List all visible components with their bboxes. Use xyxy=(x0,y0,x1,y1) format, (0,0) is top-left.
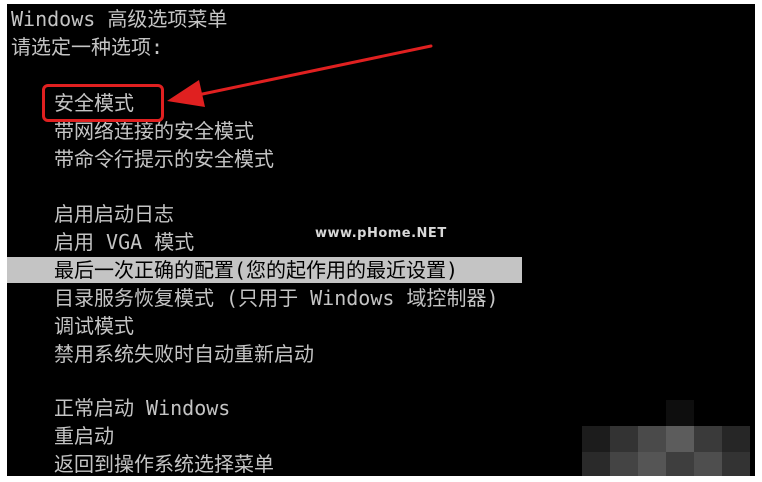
watermark-text: www.pHome.NET xyxy=(315,226,447,241)
pixelated-watermark xyxy=(582,400,750,476)
boot-menu-screen: Windows 高级选项菜单 请选定一种选项: 安全模式 带网络连接的安全模式 … xyxy=(7,4,755,476)
